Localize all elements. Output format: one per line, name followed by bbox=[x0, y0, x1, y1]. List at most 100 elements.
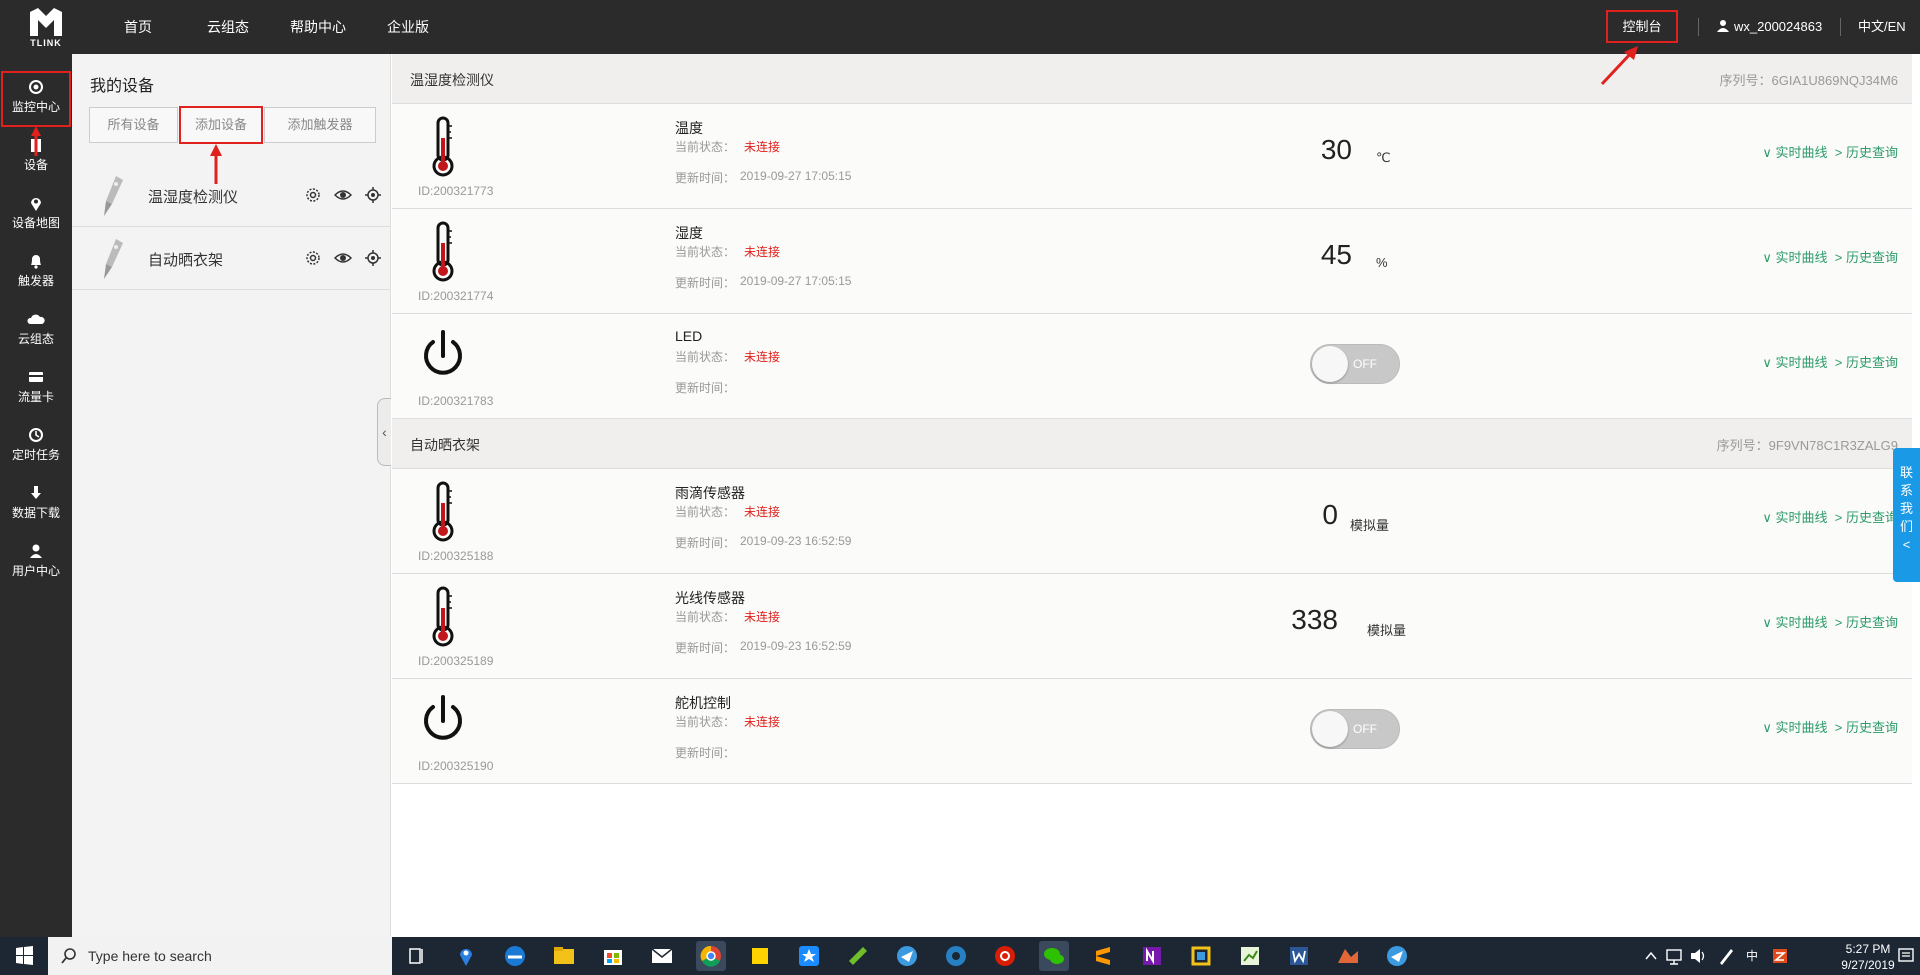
tab-add-trigger[interactable]: 添加触发器 bbox=[264, 107, 376, 143]
pen-icon[interactable] bbox=[1716, 937, 1736, 975]
history-query-link[interactable]: > 历史查询 bbox=[1835, 510, 1898, 525]
serial-number: 序列号：9F9VN78C1R3ZALG9 bbox=[1716, 438, 1898, 453]
status-value: 未连接 bbox=[744, 350, 781, 364]
sidebar-item-monitor-center[interactable]: 监控中心 bbox=[0, 70, 72, 128]
onenote-icon[interactable] bbox=[1137, 941, 1167, 971]
sensor-row: ID:200325189 光线传感器 当前状态： 未连接 更新时间： 2019-… bbox=[392, 574, 1912, 679]
tab-add-device[interactable]: 添加设备 bbox=[179, 106, 263, 144]
updated-label: 更新时间： bbox=[675, 276, 736, 290]
sidebar-item-trigger[interactable]: 触发器 bbox=[0, 244, 72, 302]
task-view-icon[interactable] bbox=[402, 941, 432, 971]
sensor-id: ID:200325190 bbox=[418, 759, 494, 773]
star-app-icon[interactable] bbox=[794, 941, 824, 971]
ruler-app-icon[interactable] bbox=[843, 941, 873, 971]
history-query-link[interactable]: > 历史查询 bbox=[1835, 720, 1898, 735]
contact-us-tab[interactable]: 联系我们< bbox=[1893, 448, 1920, 582]
servo-toggle-switch[interactable]: OFF bbox=[1310, 709, 1400, 749]
wechat-icon[interactable] bbox=[1039, 941, 1069, 971]
sidebar-item-device[interactable]: 设备 bbox=[0, 128, 72, 186]
cloud-icon bbox=[27, 314, 45, 324]
realtime-curve-link[interactable]: ∨ 实时曲线 bbox=[1762, 355, 1827, 370]
logo-text: TLINK bbox=[30, 38, 62, 48]
edge-browser-icon[interactable] bbox=[500, 941, 530, 971]
locate-icon[interactable] bbox=[364, 186, 382, 204]
language-switch[interactable]: 中文/EN bbox=[1858, 0, 1906, 54]
toggle-label: OFF bbox=[1353, 722, 1377, 736]
feishu-icon[interactable] bbox=[892, 941, 922, 971]
console-button[interactable]: 控制台 bbox=[1606, 10, 1678, 43]
eye-icon[interactable] bbox=[334, 249, 352, 267]
sidebar-item-data-card[interactable]: 流量卡 bbox=[0, 360, 72, 418]
nav-enterprise[interactable]: 企业版 bbox=[387, 0, 429, 54]
group-name: 温湿度检测仪 bbox=[410, 72, 494, 88]
device-list-item[interactable]: 自动晒衣架 bbox=[72, 227, 391, 290]
mail-icon[interactable] bbox=[647, 941, 677, 971]
history-query-link[interactable]: > 历史查询 bbox=[1835, 615, 1898, 630]
sidebar-item-label: 设备 bbox=[23, 158, 48, 172]
ime-indicator[interactable]: 中 bbox=[1746, 937, 1758, 975]
sensor-value: 30 bbox=[1320, 134, 1352, 165]
realtime-curve-link[interactable]: ∨ 实时曲线 bbox=[1762, 510, 1827, 525]
taskbar-search-box[interactable]: Type here to search bbox=[48, 937, 392, 975]
chart-app-icon[interactable] bbox=[1235, 941, 1265, 971]
sensor-name: LED bbox=[675, 328, 703, 344]
aperture-app-icon[interactable] bbox=[941, 941, 971, 971]
netease-music-icon[interactable] bbox=[990, 941, 1020, 971]
sticky-notes-icon[interactable] bbox=[745, 941, 775, 971]
settings-gear-icon[interactable] bbox=[304, 249, 322, 267]
nav-home[interactable]: 首页 bbox=[124, 0, 152, 54]
volume-icon[interactable] bbox=[1688, 937, 1708, 975]
system-clock[interactable]: 5:27 PM 9/27/2019 bbox=[1838, 941, 1898, 973]
status-value: 未连接 bbox=[744, 140, 781, 154]
sensor-links: ∨ 实时曲线 > 历史查询 bbox=[1762, 507, 1898, 526]
feishu-icon[interactable] bbox=[1382, 941, 1412, 971]
history-query-link[interactable]: > 历史查询 bbox=[1835, 145, 1898, 160]
status-label: 当前状态： bbox=[675, 715, 736, 729]
sidebar-item-device-map[interactable]: 设备地图 bbox=[0, 186, 72, 244]
sidebar-item-scheduled-task[interactable]: 定时任务 bbox=[0, 418, 72, 476]
device-name: 温湿度检测仪 bbox=[148, 189, 239, 206]
sidebar-item-label: 触发器 bbox=[17, 274, 54, 288]
realtime-curve-link[interactable]: ∨ 实时曲线 bbox=[1762, 615, 1827, 630]
maps-app-icon[interactable] bbox=[451, 941, 481, 971]
realtime-curve-link[interactable]: ∨ 实时曲线 bbox=[1762, 720, 1827, 735]
sidebar-item-label: 流量卡 bbox=[17, 390, 54, 404]
sidebar-item-cloud-config[interactable]: 云组态 bbox=[0, 302, 72, 360]
notification-icon[interactable] bbox=[1896, 937, 1916, 975]
download-icon bbox=[31, 486, 41, 499]
matlab-icon[interactable] bbox=[1333, 941, 1363, 971]
realtime-curve-link[interactable]: ∨ 实时曲线 bbox=[1762, 145, 1827, 160]
user-menu[interactable]: wx_200024863 bbox=[1716, 0, 1822, 54]
word-icon[interactable] bbox=[1284, 941, 1314, 971]
updated-label: 更新时间： bbox=[675, 746, 736, 760]
locate-icon[interactable] bbox=[364, 249, 382, 267]
file-explorer-icon[interactable] bbox=[549, 941, 579, 971]
network-icon[interactable] bbox=[1664, 937, 1684, 975]
sensor-name: 温度 bbox=[675, 120, 703, 136]
history-query-link[interactable]: > 历史查询 bbox=[1835, 250, 1898, 265]
settings-gear-icon[interactable] bbox=[304, 186, 322, 204]
sandbox-icon[interactable] bbox=[1186, 941, 1216, 971]
realtime-curve-link[interactable]: ∨ 实时曲线 bbox=[1762, 250, 1827, 265]
chevron-up-icon[interactable] bbox=[1642, 937, 1660, 975]
eye-icon[interactable] bbox=[334, 186, 352, 204]
app-tray-icon[interactable] bbox=[1770, 937, 1790, 975]
nav-help-center[interactable]: 帮助中心 bbox=[290, 0, 346, 54]
tlink-logo[interactable]: TLINK bbox=[26, 6, 66, 48]
sidebar-item-data-download[interactable]: 数据下载 bbox=[0, 476, 72, 534]
chrome-icon[interactable] bbox=[696, 941, 726, 971]
device-list-item[interactable]: 温湿度检测仪 bbox=[72, 164, 391, 227]
tab-all-devices[interactable]: 所有设备 bbox=[89, 107, 178, 143]
device-group-header: 自动晒衣架 序列号：9F9VN78C1R3ZALG9 bbox=[392, 419, 1912, 469]
store-icon[interactable] bbox=[598, 941, 628, 971]
sublime-icon[interactable] bbox=[1088, 941, 1118, 971]
sidebar-item-user-center[interactable]: 用户中心 bbox=[0, 534, 72, 592]
power-icon bbox=[424, 695, 462, 740]
led-toggle-switch[interactable]: OFF bbox=[1310, 344, 1400, 384]
windows-start-icon[interactable] bbox=[0, 937, 48, 975]
device-dashboard: 温湿度检测仪 序列号：6GIA1U869NQJ34M6 ID:200321773… bbox=[392, 54, 1920, 937]
contact-label: 联系我们< bbox=[1899, 465, 1913, 552]
history-query-link[interactable]: > 历史查询 bbox=[1835, 355, 1898, 370]
nav-cloud-config[interactable]: 云组态 bbox=[207, 0, 249, 54]
panel-collapse-handle[interactable]: ‹ bbox=[377, 398, 391, 466]
